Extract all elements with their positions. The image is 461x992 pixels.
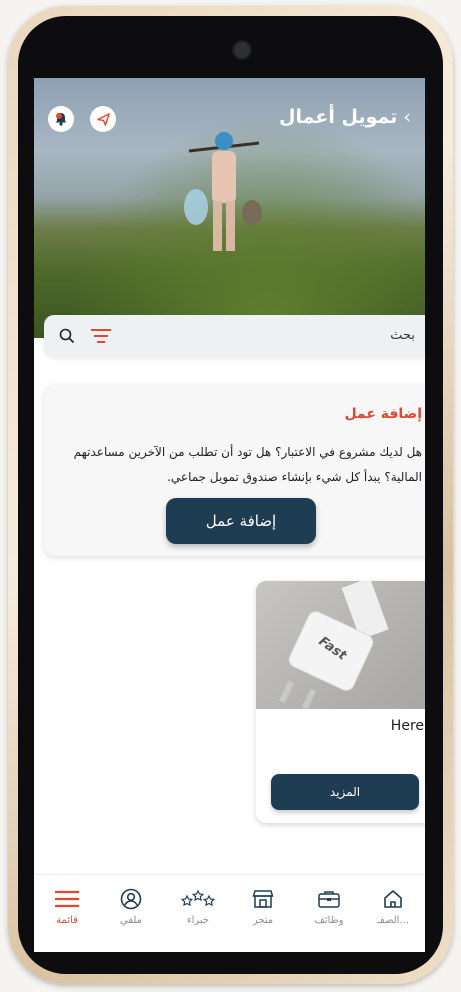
page-title: ›تمويل أعمال [279,106,411,128]
nav-label: خبراء [186,915,210,926]
add-business-button[interactable]: إضافة عمل [166,498,316,544]
nav-item-menu[interactable]: قائمة [36,887,98,926]
more-button[interactable]: المزيد [271,774,419,810]
nav-label: متجر [252,915,274,926]
notifications-button[interactable] [48,106,74,132]
bell-icon [55,113,67,126]
farmer-illustration [184,132,262,251]
search-bar[interactable]: بحث [44,315,425,357]
front-camera [232,40,252,60]
search-input[interactable]: بحث [390,328,415,343]
nav-label: قائمة [56,915,78,926]
nav-label: ملفي [119,915,143,926]
nav-item-experts[interactable]: خبراء [167,887,229,926]
nav-label: الصفـ... [376,915,410,926]
nav-item-store[interactable]: متجر [232,887,294,926]
page-title-text: تمويل أعمال [279,106,398,128]
card-description: هل لديك مشروع في الاعتبار؟ هل تود أن تطل… [73,445,422,484]
send-button[interactable] [90,106,116,132]
nav-label: وظائف [314,915,344,926]
product-name: Here [390,718,424,734]
filter-icon[interactable] [90,328,112,344]
search-icon[interactable] [58,327,76,345]
store-icon [252,890,274,908]
nav-item-profile[interactable]: ملفي [100,887,162,926]
card-title: إضافة عمل [344,406,422,422]
briefcase-icon [318,891,340,908]
home-icon [384,890,402,908]
profile-icon [120,888,142,910]
hero-image: ›تمويل أعمال [34,78,425,338]
nav-item-jobs[interactable]: وظائف [298,887,360,926]
charger-image: Fast [279,581,389,710]
product-card[interactable]: Fast Here المزيد [256,581,425,823]
bottom-navigation: قائمة ملفي خبراء متجر وظائف الصفـ... [34,874,425,952]
menu-icon [55,890,79,908]
nav-item-home[interactable]: الصفـ... [362,887,424,926]
stars-icon [181,889,215,907]
paper-plane-icon [96,112,110,126]
app-screen: ›تمويل أعمال بحث إضافة عمل هل لديك مشروع… [34,78,425,952]
back-chevron-icon[interactable]: › [403,106,411,128]
product-image: Fast [256,581,425,710]
